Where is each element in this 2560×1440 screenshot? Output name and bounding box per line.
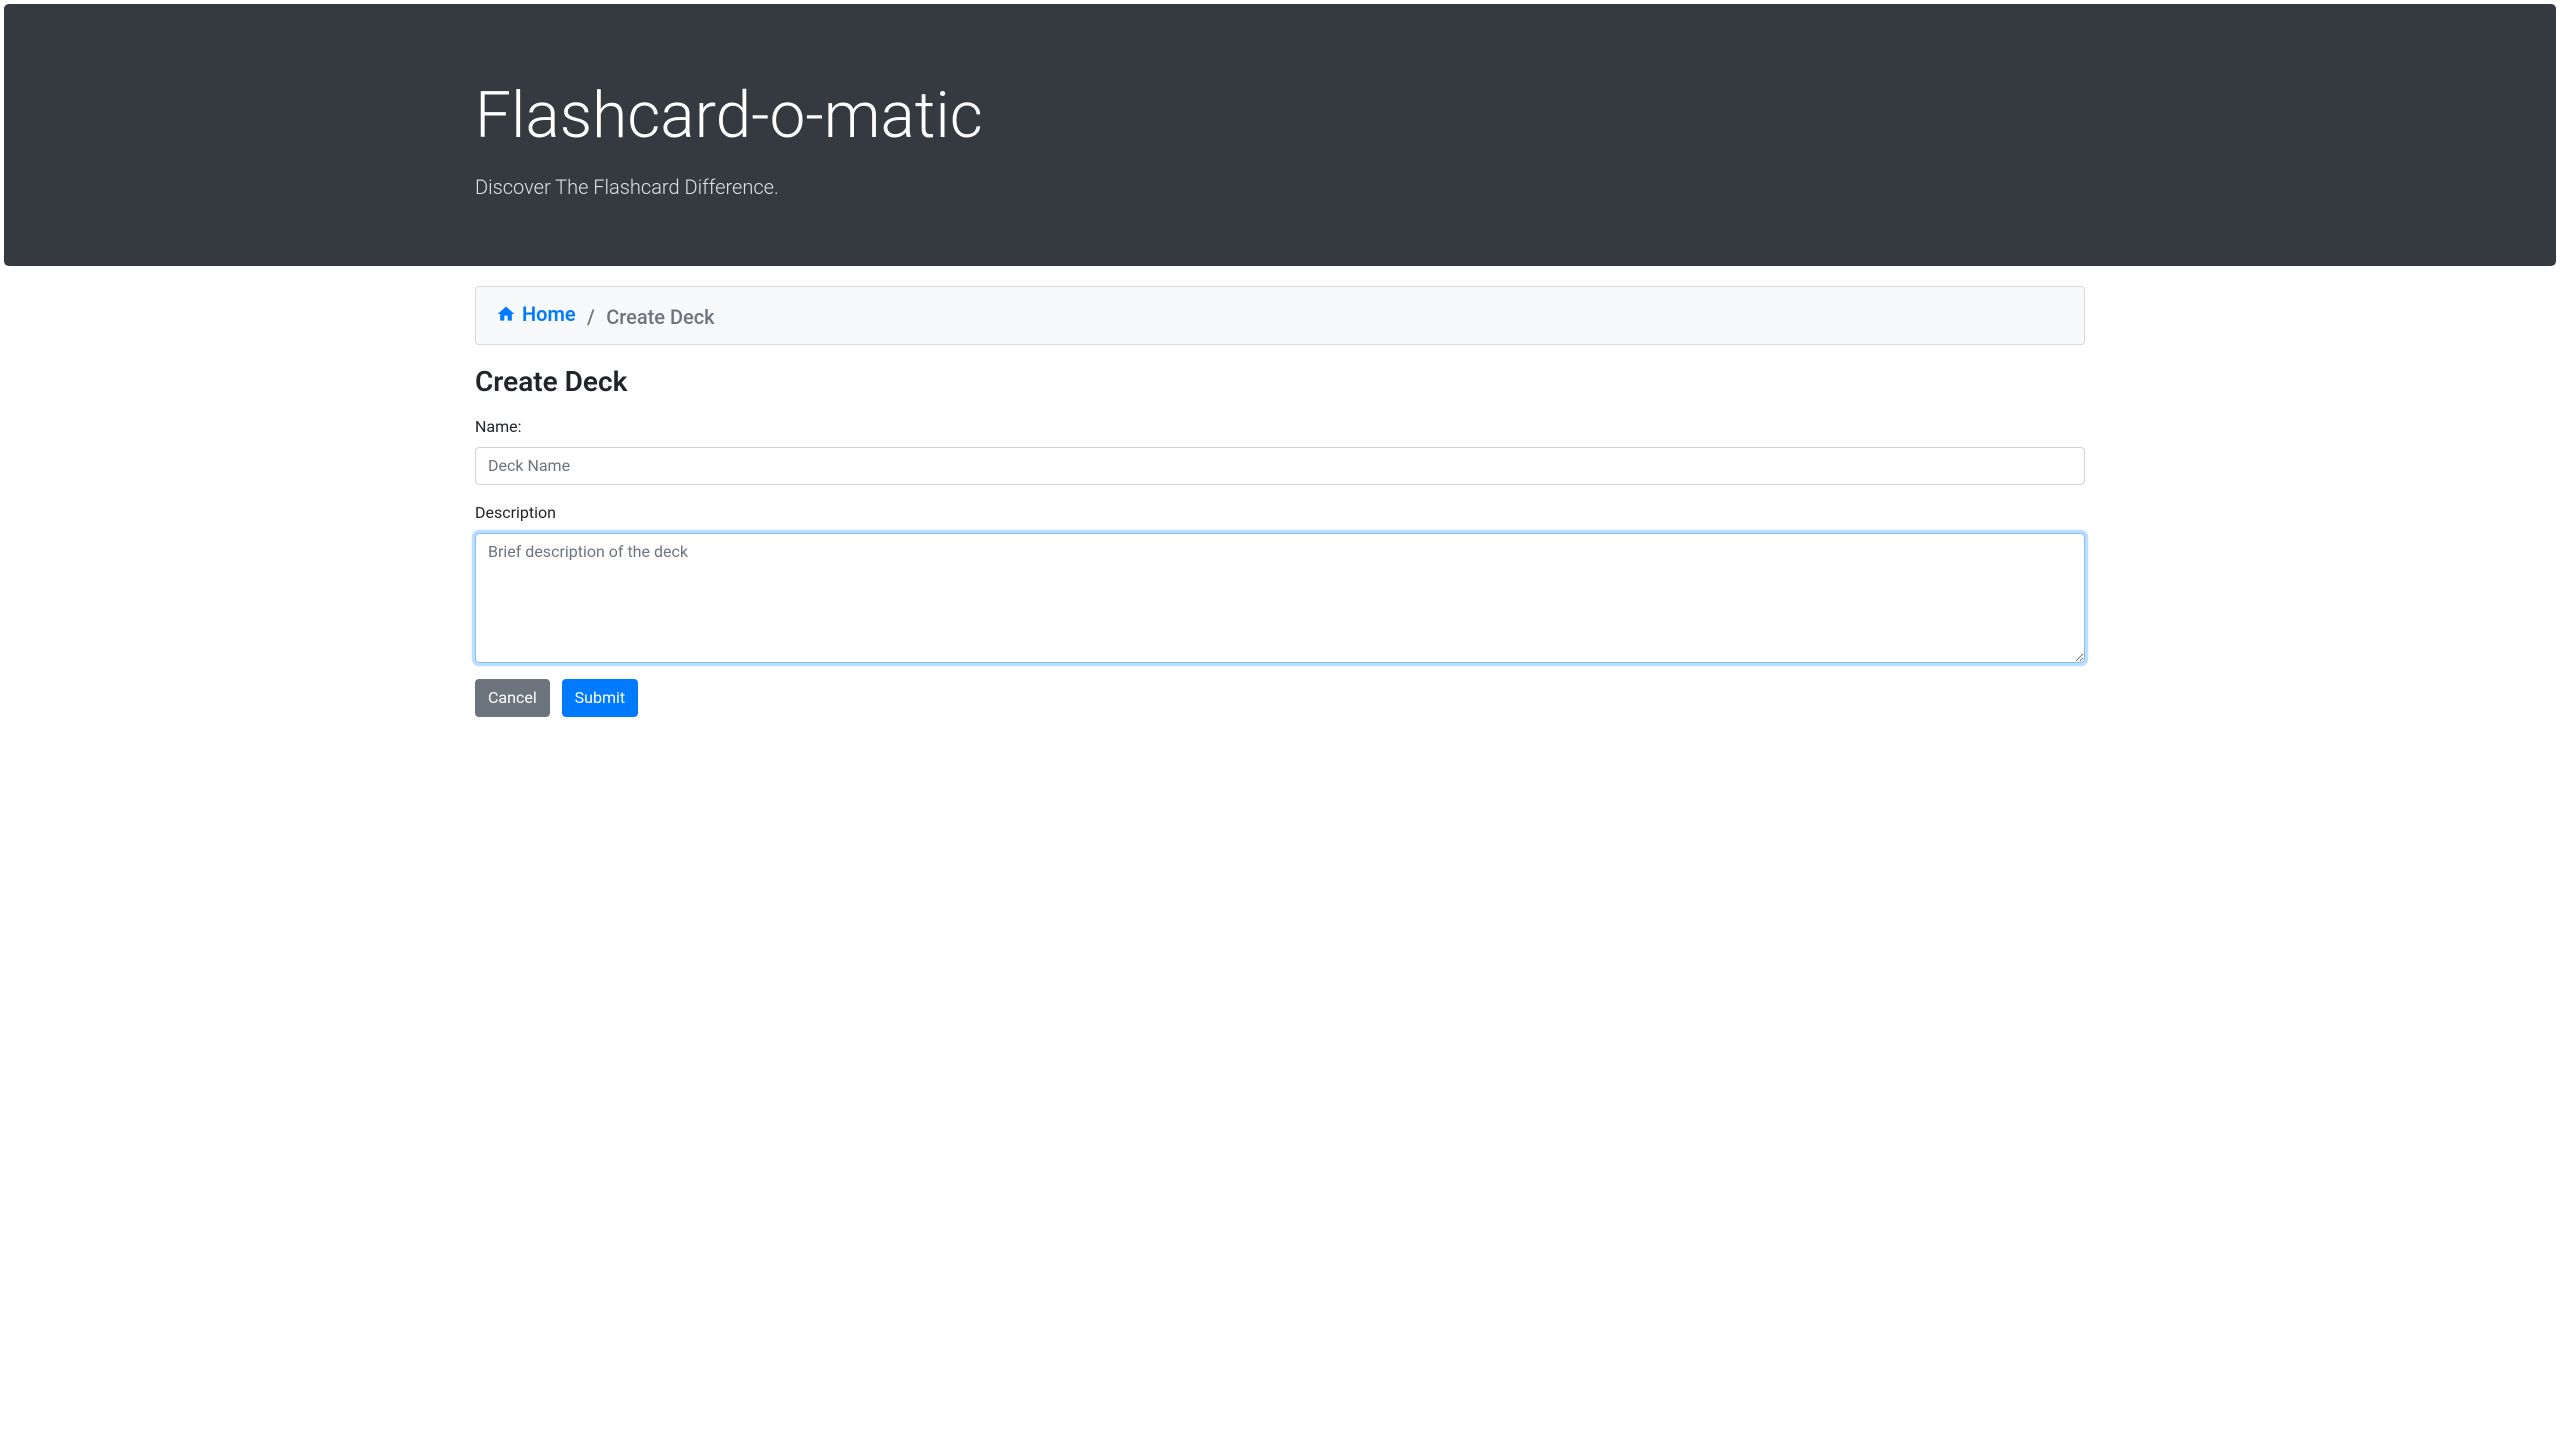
app-tagline: Discover The Flashcard Difference. [475,172,2085,202]
breadcrumb-current: Create Deck [606,305,714,329]
breadcrumb-home-label: Home [522,299,576,329]
app-title: Flashcard-o-matic [475,68,2085,164]
breadcrumb: Home / Create Deck [475,286,2085,345]
breadcrumb-separator: / [581,305,602,329]
header-jumbotron: Flashcard-o-matic Discover The Flashcard… [4,4,2556,266]
form-buttons: Cancel Submit [475,679,2085,717]
create-deck-form: Name: Description Cancel Submit [475,415,2085,717]
cancel-button[interactable]: Cancel [475,679,550,717]
name-input[interactable] [475,447,2085,485]
description-label: Description [475,501,2085,525]
submit-button[interactable]: Submit [562,679,638,717]
page-title: Create Deck [475,361,2085,403]
breadcrumb-home-link[interactable]: Home [496,299,576,329]
name-form-group: Name: [475,415,2085,485]
main-content: Home / Create Deck Create Deck Name: Des… [460,286,2100,717]
name-label: Name: [475,415,2085,439]
description-textarea[interactable] [475,533,2085,663]
home-icon [496,304,516,324]
description-form-group: Description [475,501,2085,663]
